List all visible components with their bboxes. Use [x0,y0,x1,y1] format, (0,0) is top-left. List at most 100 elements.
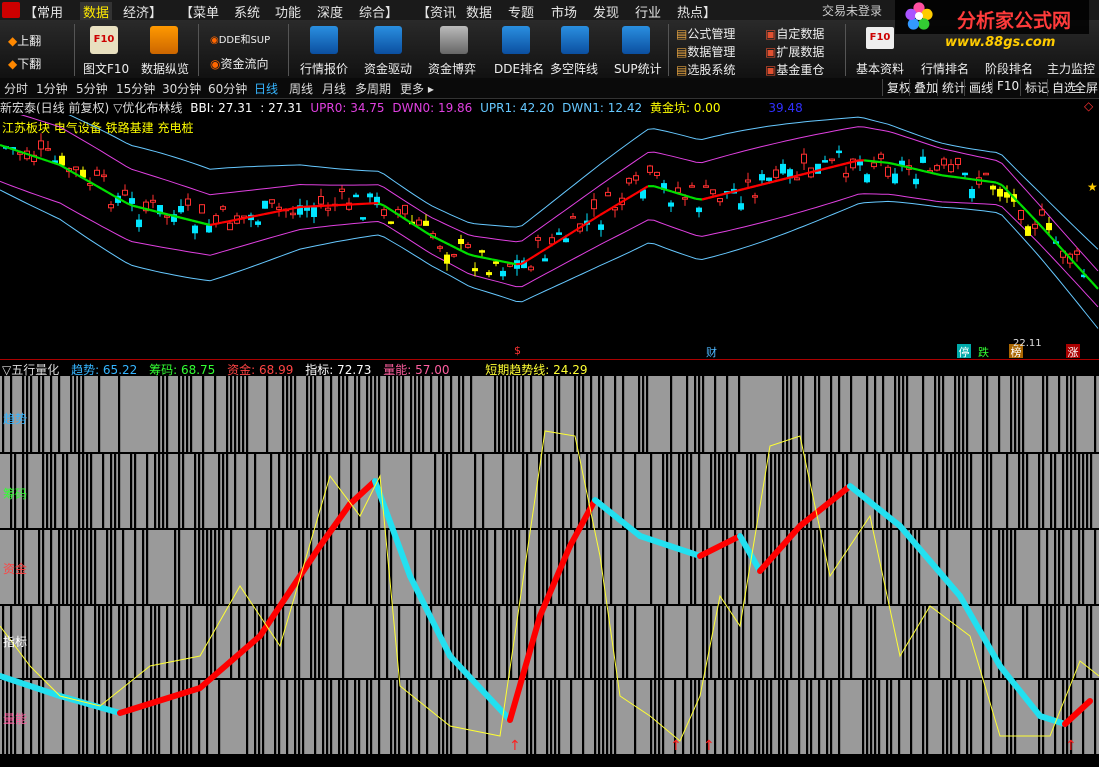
bbi-segment [437,238,445,243]
stock-select-button[interactable]: ▤选股系统 [676,61,735,78]
row-bar [482,454,485,528]
period-monthly[interactable]: 月线 [322,80,346,97]
data-overview-button[interactable]: 数据纵览 [141,60,189,77]
period-5min[interactable]: 5分钟 [76,80,108,97]
tool-restore-rights[interactable]: 复权 [882,79,911,96]
menu-hot[interactable]: 热点】 [677,2,716,21]
fund-holdings-button[interactable]: ▣基金重仓 [765,61,824,78]
menu-news[interactable]: 【资讯 [417,2,456,21]
menu-data2[interactable]: 数据 [466,2,492,21]
period-15min[interactable]: 15分钟 [116,80,155,97]
fall-marker[interactable]: 跌 [978,344,989,360]
menu-market[interactable]: 市场 [551,2,577,21]
dwn1-value: DWN1: 12.42 [562,101,643,115]
quote-rank-button[interactable]: 行情排名 [921,60,969,77]
menu-function[interactable]: 功能 [275,2,301,21]
custom-data-button[interactable]: ▣自定数据 [765,25,824,42]
menu-economy[interactable]: 经济】 [123,2,162,21]
formula-mgmt-button[interactable]: ▤公式管理 [676,25,735,42]
capital-game-button[interactable]: 资金博弈 [428,60,476,77]
row-bar [782,454,785,528]
period-intraday[interactable]: 分时 [4,80,28,97]
tool-overlay[interactable]: 叠加 [909,79,938,96]
data-mgmt-button[interactable]: ▤数据管理 [676,43,735,60]
quote-button[interactable]: 行情报价 [300,60,348,77]
tool-watchlist[interactable]: 自选 [1047,79,1076,96]
candle-body [1032,223,1038,229]
menu-topic[interactable]: 专题 [508,2,534,21]
account-status[interactable]: 交易未登录 [822,2,882,19]
row-bar [802,454,805,528]
row-bar [1054,680,1057,754]
row-bar [478,606,481,678]
row-bar [330,376,333,452]
period-60min[interactable]: 60分钟 [208,80,247,97]
candle-body [878,153,884,160]
row-band-3 [0,606,1099,678]
menu-system[interactable]: 系统 [234,2,260,21]
bbi-value: BBI: 27.31 [190,101,253,115]
dde-icon: ◉ [210,35,219,46]
row-bar [494,530,497,604]
sup-stats-button[interactable]: SUP统计 [614,60,662,77]
tool-draw[interactable]: 画线 [964,79,993,96]
row-bar [242,376,245,452]
menu-discover[interactable]: 发现 [593,2,619,21]
bbi-segment [701,196,709,201]
menu-industry[interactable]: 行业 [635,2,661,21]
period-30min[interactable]: 30分钟 [162,80,201,97]
row-bar [530,376,533,452]
row-bar [962,376,965,452]
period-daily[interactable]: 日线 [254,80,278,97]
tool-stats[interactable]: 统计 [937,79,966,96]
period-weekly[interactable]: 周线 [289,80,313,97]
data-overview-icon [150,26,178,54]
row-bar [658,680,661,754]
capital-flow-button[interactable]: ◉资金流向 [210,55,269,72]
bbi-segment [461,250,469,255]
row-bar [430,376,433,452]
page-down-button[interactable]: ◆下翻 [8,55,41,72]
basic-info-button[interactable]: 基本资料 [856,60,904,77]
row-bar [694,680,697,754]
tool-fullscreen[interactable]: 全屏 [1074,79,1098,96]
indicator-name[interactable]: ▽优化布林线 [113,101,182,115]
row-bar [450,680,453,754]
bbi-segment [383,204,391,211]
page-up-button[interactable]: ◆上翻 [8,32,41,49]
row-bar [754,454,757,528]
menu-data[interactable]: 数据 [80,2,113,21]
row-bar [846,530,849,604]
capital-drive-button[interactable]: 资金驱动 [364,60,412,77]
ext-data-button[interactable]: ▣扩展数据 [765,43,824,60]
dde-rank-button[interactable]: DDE排名 [494,60,544,77]
menu-common[interactable]: 【常用 [24,2,63,21]
tool-f10[interactable]: F10 [992,79,1019,93]
row-bar [906,530,909,604]
rise-marker[interactable]: 涨 [1066,344,1080,359]
row-bar [554,680,557,754]
stage-rank-button[interactable]: 阶段排名 [985,60,1033,77]
halt-marker[interactable]: 停 [957,344,971,359]
row-bar [594,680,597,754]
bull-bear-button[interactable]: 多空阵线 [550,60,598,77]
dde-sup-button[interactable]: ◉DDE和SUP [210,31,270,46]
menu-depth[interactable]: 深度 [317,2,343,21]
period-1min[interactable]: 1分钟 [36,80,68,97]
tool-mark[interactable]: 标记 [1020,79,1049,96]
finance-marker[interactable]: 财 [706,344,717,360]
row-bar [282,376,285,452]
main-monitor-button[interactable]: 主力监控 [1047,60,1095,77]
row-bar [62,680,65,754]
candlestick-chart[interactable] [0,115,1099,359]
menu-general[interactable]: 综合】 [359,2,398,21]
period-multi[interactable]: 多周期 [355,80,391,97]
row-bar [458,376,461,452]
wuxing-chart[interactable]: ↑ ↑ ↑ ↑ [0,376,1099,767]
graphic-f10-button[interactable]: 图文F10 [83,60,129,77]
row-bar [122,606,125,678]
lower-title[interactable]: ▽五行量化 [2,363,59,377]
candle-body [794,177,800,181]
period-more[interactable]: 更多 ▸ [400,80,434,97]
menu-menu[interactable]: 【菜单 [180,2,219,21]
